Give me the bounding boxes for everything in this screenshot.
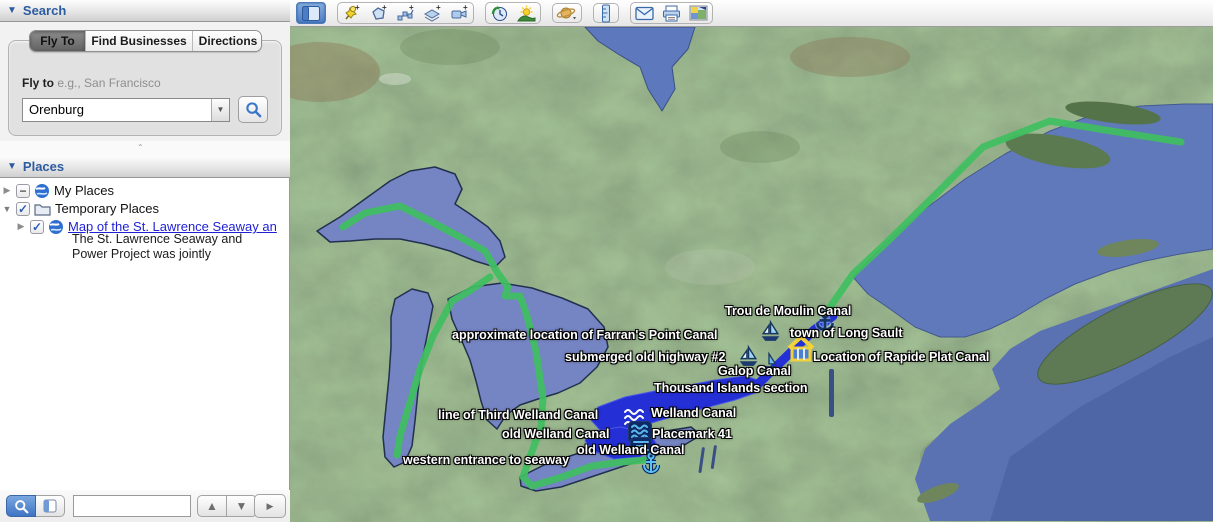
magnifier-icon (245, 101, 262, 118)
polygon-icon: + (369, 4, 388, 23)
map-label-trou-de-moulin-canal[interactable]: Trou de Moulin Canal (725, 304, 851, 318)
view-tools-group (485, 2, 541, 24)
sunlight-button[interactable] (513, 3, 540, 23)
svg-text:+: + (382, 4, 387, 12)
create-tools-group: + + + (337, 2, 474, 24)
map-snapshot-icon (689, 5, 708, 21)
share-tools-group (630, 2, 713, 24)
tristate-checkbox[interactable]: − (16, 184, 30, 198)
earth-icon (34, 183, 50, 199)
places-panel-header[interactable]: ▼ Places (0, 156, 290, 178)
email-button[interactable] (631, 3, 658, 23)
seaway-description: The St. Lawrence Seaway and Power Projec… (72, 232, 242, 262)
planet-switcher-button[interactable] (552, 3, 582, 23)
tree-item-label: Temporary Places (55, 201, 159, 216)
map-label-town-of-long-sault[interactable]: town of Long Sault (790, 326, 902, 340)
next-result-button[interactable]: ▼ (227, 495, 257, 517)
map-label-line-of-third-welland-canal[interactable]: line of Third Welland Canal (438, 408, 598, 422)
sailboat-icon[interactable] (758, 319, 783, 349)
places-panel-title: Places (23, 159, 64, 174)
search-tabbar: Fly To Find Businesses Directions (29, 30, 262, 52)
folder-icon (34, 202, 51, 216)
fly-to-input[interactable] (23, 102, 211, 117)
places-panel-toggle-button[interactable] (36, 495, 65, 517)
search-panel-header[interactable]: ▼ Search (0, 0, 290, 22)
history-clock-icon (490, 4, 509, 23)
expand-arrow-icon[interactable]: ▶ (2, 185, 12, 196)
tab-fly-to[interactable]: Fly To (30, 31, 85, 51)
tab-directions[interactable]: Directions (192, 31, 262, 51)
expand-panel-button[interactable]: ▶ (254, 494, 286, 518)
magnifier-icon (14, 499, 29, 514)
checked-checkbox[interactable]: ✓ (30, 220, 44, 234)
map-label-placemark-41[interactable]: Placemark 41 (652, 427, 732, 441)
ruler-button[interactable] (593, 3, 619, 23)
envelope-icon (635, 6, 654, 21)
collapse-triangle-icon: ▼ (7, 5, 17, 16)
record-tour-button[interactable]: + (446, 3, 473, 23)
sidebar: ▼ Search Fly To Find Businesses Directio… (0, 0, 290, 522)
svg-text:+: + (463, 4, 468, 12)
add-path-button[interactable]: + (392, 3, 419, 23)
lake-champlain (829, 369, 834, 417)
svg-text:+: + (409, 4, 414, 12)
panel-icon (43, 499, 57, 513)
tree-item-my-places[interactable]: ▶ − My Places (2, 182, 114, 199)
fly-to-label-row: Fly to e.g., San Francisco (22, 76, 161, 90)
tree-item-temporary-places[interactable]: ▼ ✓ Temporary Places (2, 200, 159, 217)
fly-to-combobox: ▼ (22, 98, 230, 122)
checked-checkbox[interactable]: ✓ (16, 202, 30, 216)
svg-text:+: + (355, 4, 360, 12)
camcorder-icon: + (450, 4, 469, 23)
expand-arrow-icon[interactable]: ▶ (16, 221, 26, 232)
add-polygon-button[interactable]: + (365, 3, 392, 23)
fly-to-label: Fly to (22, 76, 54, 90)
earth-viewport[interactable]: Trou de Moulin Canal approximate locatio… (290, 27, 1213, 522)
previous-result-button[interactable]: ▲ (197, 495, 227, 517)
image-overlay-icon: + (423, 4, 442, 23)
map-label-old-welland-canal-2[interactable]: old Welland Canal (577, 443, 684, 457)
satellite-map (290, 27, 1213, 522)
tree-item-label: My Places (54, 183, 114, 198)
map-label-rapide-plat-canal[interactable]: Location of Rapide Plat Canal (813, 350, 989, 364)
fly-to-hint: e.g., San Francisco (57, 76, 160, 90)
map-label-submerged-old-highway[interactable]: submerged old highway #2 (565, 350, 725, 364)
panel-splitter[interactable]: ⌃ (0, 141, 290, 156)
show-sidebar-button[interactable] (296, 2, 326, 24)
saturn-icon (556, 4, 578, 22)
svg-text:+: + (436, 4, 441, 12)
map-label-farrans-point-canal[interactable]: approximate location of Farran's Point C… (452, 328, 718, 342)
panel-resize-grip: ⌃ (137, 145, 146, 151)
combo-dropdown-button[interactable]: ▼ (211, 99, 229, 121)
print-button[interactable] (658, 3, 685, 23)
places-bottom-bar: ▲ ▼ ▶ (0, 490, 290, 522)
sidebar-toggle-icon (302, 6, 320, 21)
map-label-welland-canal[interactable]: Welland Canal (651, 406, 736, 420)
search-panel-title: Search (23, 3, 66, 18)
ruler-icon (601, 4, 611, 23)
sun-icon (517, 4, 536, 23)
map-label-western-entrance-to-seaway[interactable]: western entrance to seaway (403, 453, 569, 467)
tab-find-businesses[interactable]: Find Businesses (85, 31, 192, 51)
map-toolbar: + + + (290, 0, 1213, 27)
collapse-triangle-icon: ▼ (7, 161, 17, 172)
places-search-button[interactable] (6, 495, 36, 517)
add-image-overlay-button[interactable]: + (419, 3, 446, 23)
collapse-arrow-icon[interactable]: ▼ (2, 204, 12, 214)
printer-icon (662, 5, 681, 22)
pushpin-icon: + (342, 4, 361, 23)
path-icon: + (396, 4, 415, 23)
historical-imagery-button[interactable] (486, 3, 513, 23)
map-label-thousand-islands-section[interactable]: Thousand Islands section (654, 381, 808, 395)
map-label-galop-canal[interactable]: Galop Canal (718, 364, 791, 378)
google-earth-window: ▼ Search Fly To Find Businesses Directio… (0, 0, 1213, 522)
search-go-button[interactable] (238, 96, 268, 123)
places-filter-input[interactable] (73, 495, 191, 517)
map-label-old-welland-canal[interactable]: old Welland Canal (502, 427, 609, 441)
earth-icon (48, 219, 64, 235)
search-section: Fly To Find Businesses Directions Fly to… (0, 22, 290, 141)
add-placemark-button[interactable]: + (338, 3, 365, 23)
save-image-button[interactable] (685, 3, 712, 23)
